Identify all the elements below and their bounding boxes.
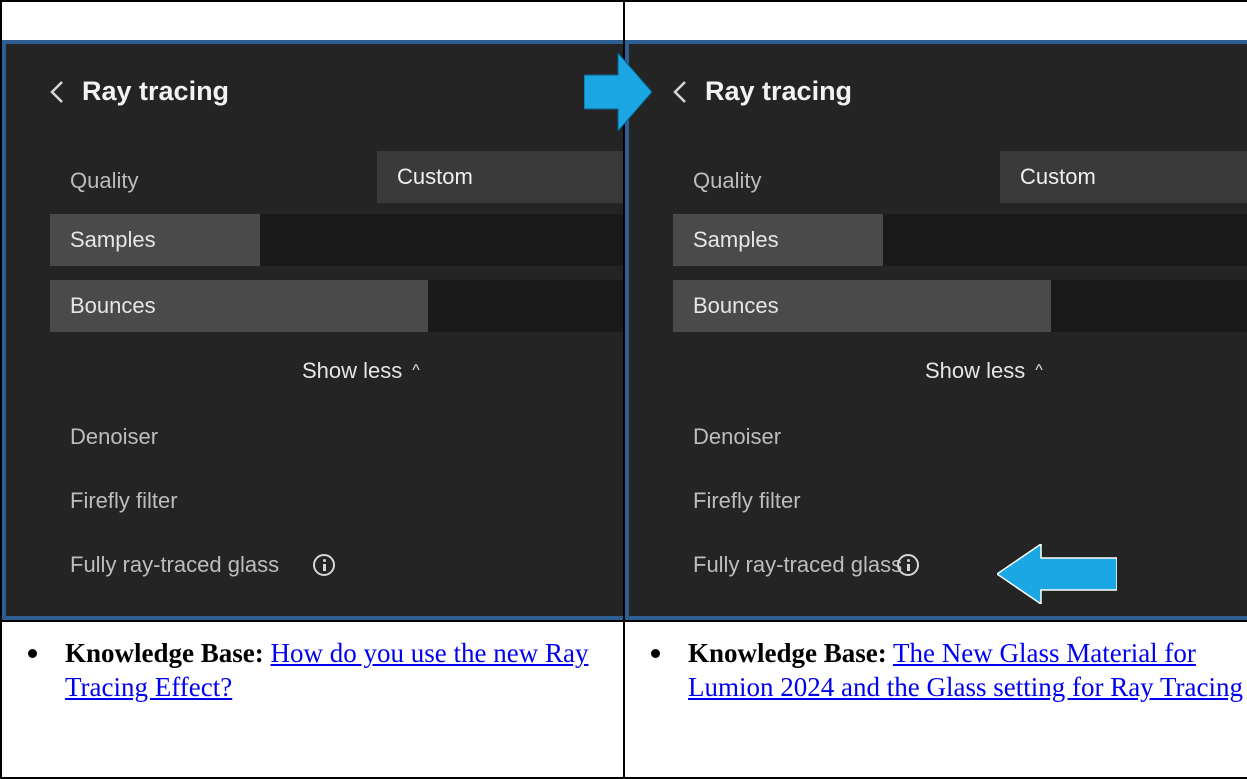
- samples-label: Samples: [693, 227, 779, 252]
- knowledge-base-label: Knowledge Base:: [688, 638, 887, 668]
- chevron-up-icon: ^: [1035, 362, 1043, 379]
- info-icon[interactable]: [897, 554, 919, 576]
- knowledge-base-item: Knowledge Base: The New Glass Material f…: [651, 636, 1243, 704]
- panel-header: Ray tracing: [629, 44, 1247, 140]
- chevron-left-icon[interactable]: [46, 78, 68, 106]
- samples-slider[interactable]: Samples: [673, 214, 1247, 266]
- quality-label: Quality: [693, 168, 762, 193]
- bounces-slider[interactable]: Bounces: [673, 280, 1247, 332]
- knowledge-base-label: Knowledge Base:: [65, 638, 264, 668]
- bounces-label: Bounces: [70, 293, 156, 318]
- arrow-right-callout: [584, 53, 652, 131]
- quality-select[interactable]: Custom: [377, 151, 623, 203]
- quality-select[interactable]: Custom: [1000, 151, 1247, 203]
- ray-traced-glass-label: Fully ray-traced glass: [693, 552, 903, 577]
- firefly-filter-label: Firefly filter: [693, 488, 801, 513]
- chevron-up-icon: ^: [412, 362, 420, 379]
- knowledge-base-item: Knowledge Base: How do you use the new R…: [28, 636, 610, 704]
- samples-slider[interactable]: Samples: [50, 214, 623, 266]
- denoiser-label: Denoiser: [693, 424, 782, 449]
- arrow-left-callout: [997, 544, 1117, 604]
- info-icon[interactable]: [313, 554, 335, 576]
- show-less-toggle[interactable]: Show less ^: [302, 358, 420, 384]
- bounces-slider[interactable]: Bounces: [50, 280, 623, 332]
- show-less-label: Show less: [925, 358, 1026, 383]
- ray-tracing-panel-left: Ray tracing Quality Custom Samples Bounc…: [2, 40, 623, 620]
- denoiser-label: Denoiser: [70, 424, 159, 449]
- quality-select-value: Custom: [397, 164, 473, 189]
- ray-traced-glass-label: Fully ray-traced glass: [70, 552, 280, 577]
- bullet-icon: [651, 649, 660, 658]
- ray-tracing-panel-right: Ray tracing Quality Custom Samples Bounc…: [625, 40, 1247, 620]
- panel-title: Ray tracing: [705, 76, 853, 106]
- quality-label: Quality: [70, 168, 139, 193]
- panel-header: Ray tracing: [6, 44, 623, 140]
- show-less-toggle[interactable]: Show less ^: [925, 358, 1043, 384]
- table-row-divider: [0, 620, 1247, 622]
- chevron-left-icon[interactable]: [669, 78, 691, 106]
- bullet-icon: [28, 649, 37, 658]
- firefly-filter-label: Firefly filter: [70, 488, 178, 513]
- show-less-label: Show less: [302, 358, 403, 383]
- quality-select-value: Custom: [1020, 164, 1096, 189]
- bounces-label: Bounces: [693, 293, 779, 318]
- samples-label: Samples: [70, 227, 156, 252]
- panel-title: Ray tracing: [82, 76, 230, 106]
